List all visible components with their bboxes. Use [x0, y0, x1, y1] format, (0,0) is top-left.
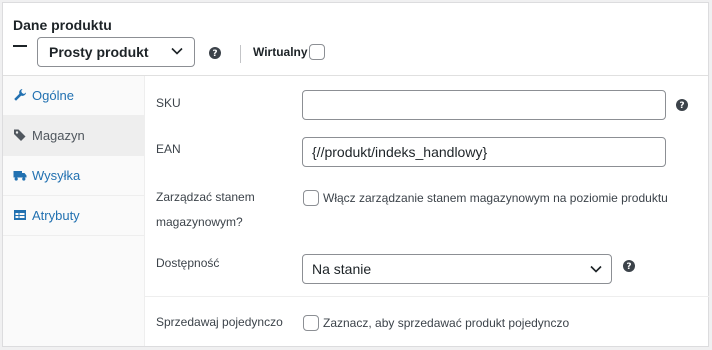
tab-inventory[interactable]: Magazyn	[3, 116, 145, 156]
panel-title: Dane produktu	[13, 17, 112, 33]
panel-header: Dane produktu Prosty produkt ? Wirtualny	[3, 3, 708, 76]
svg-text:?: ?	[212, 49, 217, 59]
virtual-label: Wirtualny	[253, 45, 308, 59]
tab-general[interactable]: Ogólne	[3, 76, 145, 116]
availability-label: Dostępność	[156, 256, 220, 270]
help-icon[interactable]: ?	[209, 47, 221, 59]
manage-stock-checkbox[interactable]	[303, 190, 319, 206]
chevron-down-icon	[171, 47, 183, 55]
svg-text:?: ?	[679, 101, 684, 111]
virtual-checkbox[interactable]	[309, 44, 325, 60]
product-tabs-sidebar: Ogólne Magazyn Wysyłka Atrybuty	[3, 76, 145, 346]
tab-general-label: Ogólne	[32, 88, 74, 103]
tab-shipping-label: Wysyłka	[32, 168, 81, 183]
availability-value: Na stanie	[312, 261, 372, 277]
wrench-icon	[14, 89, 26, 101]
collapse-dash-icon[interactable]	[13, 45, 27, 47]
tab-attributes[interactable]: Atrybuty	[3, 196, 145, 236]
availability-help-icon[interactable]: ?	[623, 260, 635, 272]
manage-stock-label-line2: magazynowym?	[156, 215, 243, 229]
ean-input[interactable]: {//produkt/indeks_handlowy}	[302, 137, 666, 167]
tab-inventory-label: Magazyn	[32, 128, 85, 143]
sku-help-icon[interactable]: ?	[676, 99, 688, 111]
header-divider	[240, 45, 241, 63]
sold-individually-text: Zaznacz, aby sprzedawać produkt pojedync…	[323, 316, 570, 330]
availability-select[interactable]: Na stanie	[302, 254, 612, 284]
ean-label: EAN	[156, 142, 181, 156]
sold-individually-label: Sprzedawaj pojedynczo	[156, 315, 283, 329]
table-icon	[14, 210, 26, 220]
product-type-value: Prosty produkt	[49, 44, 149, 60]
product-type-select[interactable]: Prosty produkt	[37, 37, 195, 67]
manage-stock-label-line1: Zarządzać stanem	[156, 190, 255, 204]
sku-input[interactable]	[302, 90, 666, 120]
chevron-down-icon	[590, 265, 602, 273]
section-divider	[145, 296, 709, 297]
sku-label: SKU	[156, 96, 181, 110]
sold-individually-checkbox[interactable]	[303, 315, 319, 331]
product-data-panel: Dane produktu Prosty produkt ? Wirtualny…	[2, 2, 709, 347]
tab-shipping[interactable]: Wysyłka	[3, 156, 145, 196]
tab-attributes-label: Atrybuty	[32, 208, 80, 223]
svg-text:?: ?	[626, 262, 631, 272]
truck-icon	[13, 171, 27, 181]
manage-stock-text: Włącz zarządzanie stanem magazynowym na …	[323, 191, 668, 205]
tag-icon	[14, 129, 26, 141]
